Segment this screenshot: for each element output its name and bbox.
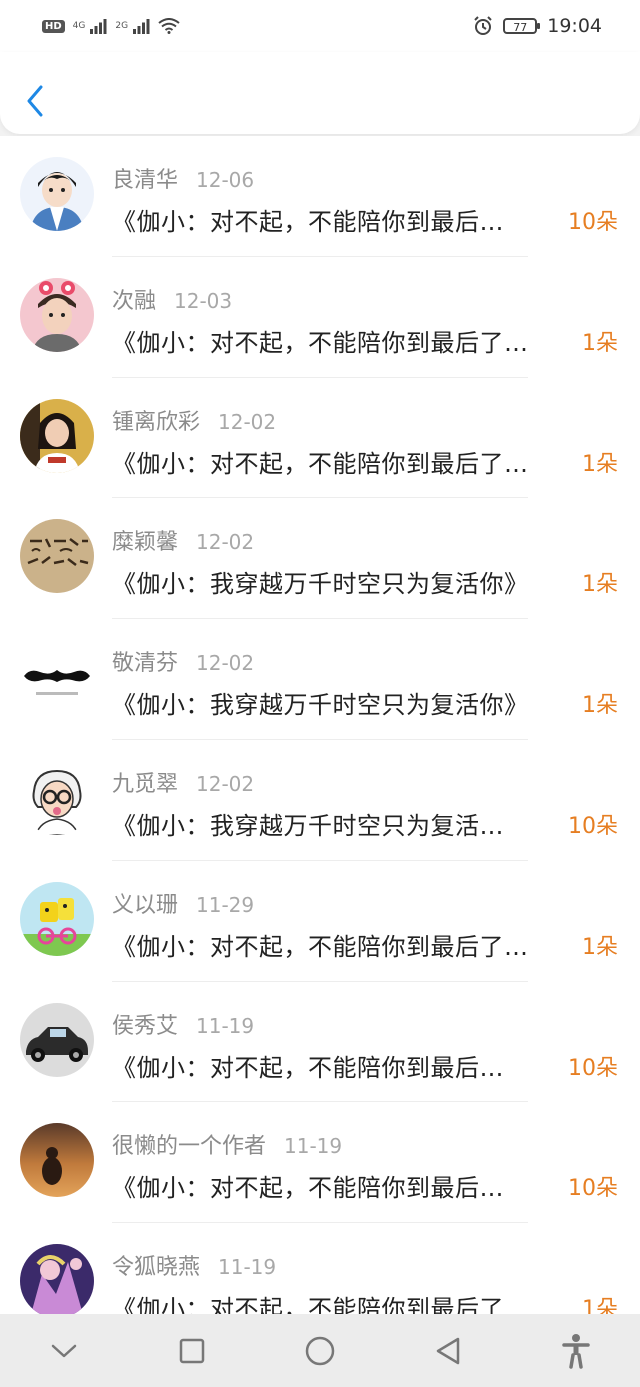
sent-date: 12-02 (218, 409, 277, 434)
sender-name: 令狐晓燕 (112, 1255, 201, 1281)
avatar[interactable] (20, 398, 94, 473)
book-title: 《伽小：我穿越万千时空只为复活你》 (112, 691, 529, 720)
sender-name: 敬清芬 (112, 651, 179, 677)
battery-icon: 77 (503, 18, 541, 34)
sender-name: 良清华 (112, 168, 179, 193)
list-item[interactable]: 很懒的一个作者 11-19 《伽小：对不起，不能陪你到最后… 10朵 (0, 1102, 640, 1224)
flower-count: 1朵 (582, 572, 618, 598)
status-left: HD 4G 2G (42, 14, 180, 38)
sent-date: 11-29 (196, 892, 255, 917)
list-item[interactable]: 令狐晓燕 11-19 《伽小：对不起，不能陪你到最后了… 1朵 (0, 1223, 640, 1314)
book-title: 《伽小：我穿越万千时空只为复活你》 (112, 570, 529, 599)
back-button[interactable] (20, 82, 50, 120)
avatar[interactable] (20, 1002, 94, 1077)
avatar[interactable] (20, 1244, 94, 1314)
list-item[interactable]: 敬清芬 12-02 《伽小：我穿越万千时空只为复活你》 1朵 (0, 619, 640, 740)
sender-name: 糜颖馨 (112, 530, 179, 556)
sender-name: 九觅翠 (112, 771, 179, 797)
sender-name: 侯秀艾 (112, 1013, 179, 1039)
book-title: 《伽小：对不起，不能陪你到最后… (112, 208, 504, 236)
name-line: 敬清芬 12-02 (112, 645, 255, 677)
status-right: 77 19:04 (473, 14, 602, 38)
avatar[interactable] (20, 881, 94, 956)
network-label-2: 2G (115, 21, 129, 31)
avatar[interactable] (20, 640, 94, 715)
nav-recents-button[interactable] (162, 1321, 222, 1381)
book-title: 《伽小：对不起，不能陪你到最后了… (112, 1295, 529, 1314)
flower-count: 10朵 (568, 813, 618, 839)
list-item[interactable]: 糜颖馨 12-02 《伽小：我穿越万千时空只为复活你》 1朵 (0, 498, 640, 620)
list-item[interactable]: 锺离欣彩 12-02 《伽小：对不起，不能陪你到最后了… 1朵 (0, 378, 640, 499)
nav-back-button[interactable] (418, 1321, 478, 1381)
book-title: 《伽小：对不起，不能陪你到最后了… (112, 932, 529, 961)
avatar[interactable] (20, 157, 94, 231)
name-line: 次融 12-03 (112, 283, 233, 314)
name-line: 良清华 12-06 (112, 162, 255, 193)
name-line: 九觅翠 12-02 (112, 766, 255, 797)
flower-count: 1朵 (582, 1297, 618, 1314)
avatar[interactable] (20, 277, 94, 352)
sender-name: 次融 (112, 288, 157, 314)
list-item[interactable]: 次融 12-03 《伽小：对不起，不能陪你到最后了… 1朵 (0, 257, 640, 378)
book-title: 《伽小：对不起，不能陪你到最后了… (112, 449, 529, 478)
gift-list[interactable]: 良清华 12-06 《伽小：对不起，不能陪你到最后… 10朵 次融 12-03 … (0, 136, 640, 1314)
name-line: 糜颖馨 12-02 (112, 524, 255, 556)
chevron-left-icon (27, 85, 43, 117)
flower-count: 10朵 (568, 1176, 618, 1202)
system-nav-bar (0, 1314, 640, 1387)
sent-date: 12-03 (174, 288, 233, 313)
name-line: 很懒的一个作者 11-19 (112, 1128, 343, 1160)
list-item[interactable]: 义以珊 11-29 《伽小：对不起，不能陪你到最后了… 1朵 (0, 861, 640, 982)
alarm-icon (474, 16, 492, 35)
nav-home-button[interactable] (290, 1321, 350, 1381)
list-item[interactable]: 良清华 12-06 《伽小：对不起，不能陪你到最后… 10朵 (0, 136, 640, 257)
flower-count: 1朵 (582, 451, 618, 477)
flower-count: 10朵 (568, 1055, 618, 1081)
flower-count: 1朵 (582, 934, 618, 960)
wifi-icon (158, 18, 180, 34)
name-line: 锺离欣彩 12-02 (112, 404, 277, 435)
triangle-back-icon (436, 1337, 460, 1364)
sent-date: 12-02 (196, 651, 255, 676)
sent-date: 12-02 (196, 771, 255, 796)
clock: 19:04 (547, 15, 602, 37)
network-label-1: 4G (72, 21, 86, 31)
nav-collapse-button[interactable] (34, 1321, 94, 1381)
status-bar: HD 4G 2G 77 19:04 (0, 0, 640, 52)
circle-icon (305, 1336, 335, 1365)
sender-name: 很懒的一个作者 (112, 1134, 267, 1160)
nav-accessibility-button[interactable] (546, 1321, 606, 1381)
avatar[interactable] (20, 1123, 94, 1198)
sent-date: 11-19 (196, 1013, 255, 1038)
hd-badge: HD (42, 19, 65, 33)
sent-date: 12-06 (196, 168, 255, 192)
chevron-down-icon (51, 1344, 77, 1357)
book-title: 《伽小：对不起，不能陪你到最后… (112, 1053, 504, 1082)
name-line: 侯秀艾 11-19 (112, 1008, 255, 1039)
avatar[interactable] (20, 519, 94, 594)
book-title: 《伽小：对不起，不能陪你到最后了… (112, 328, 529, 357)
name-line: 令狐晓燕 11-19 (112, 1249, 277, 1281)
sender-name: 锺离欣彩 (112, 409, 201, 435)
name-line: 义以珊 11-29 (112, 887, 255, 918)
header (0, 52, 640, 134)
signal-icon (90, 19, 107, 34)
sent-date: 12-02 (196, 530, 255, 555)
sent-date: 11-19 (284, 1134, 343, 1159)
book-title: 《伽小：对不起，不能陪你到最后… (112, 1174, 504, 1203)
list-item[interactable]: 侯秀艾 11-19 《伽小：对不起，不能陪你到最后… 10朵 (0, 982, 640, 1103)
signal-icon (133, 19, 150, 34)
flower-count: 1朵 (582, 693, 618, 719)
book-title: 《伽小：我穿越万千时空只为复活… (112, 811, 504, 840)
sent-date: 11-19 (218, 1255, 277, 1280)
flower-count: 1朵 (582, 330, 618, 356)
flower-count: 10朵 (568, 210, 618, 235)
accessibility-icon (562, 1333, 590, 1369)
square-icon (179, 1338, 205, 1363)
list-item[interactable]: 九觅翠 12-02 《伽小：我穿越万千时空只为复活… 10朵 (0, 740, 640, 861)
sender-name: 义以珊 (112, 892, 179, 918)
avatar[interactable] (20, 760, 94, 835)
